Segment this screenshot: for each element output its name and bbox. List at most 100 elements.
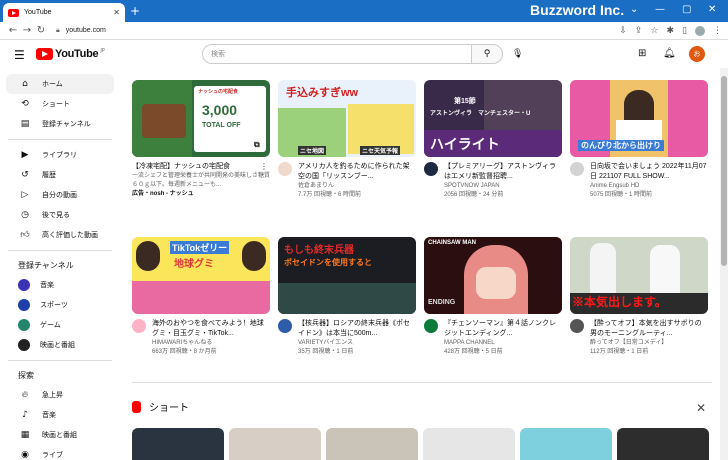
short-thumbnail[interactable]: [423, 428, 515, 460]
sidebar-item-music[interactable]: ♪ 音楽: [6, 405, 114, 425]
sidebar-item-watch-later[interactable]: ◷ 後で見る: [6, 205, 114, 225]
chevron-down-icon[interactable]: ⌄: [630, 4, 638, 15]
sidebar-item-shorts[interactable]: ⟲ ショート: [6, 94, 114, 114]
bookmark-star-icon[interactable]: ☆: [650, 26, 658, 36]
scrollbar-thumb[interactable]: [721, 76, 727, 266]
install-icon[interactable]: ⇩: [619, 26, 627, 36]
music-icon: ♪: [22, 410, 28, 420]
video-card[interactable]: のんびり北から出けり 日向坂で会いましょう 2022年11月07日 221107…: [570, 80, 708, 200]
back-icon[interactable]: ←: [6, 25, 20, 36]
sidebar-item-subscriptions[interactable]: ▤ 登録チャンネル: [6, 114, 114, 134]
video-thumbnail[interactable]: のんびり北から出けり: [570, 80, 708, 157]
sidebar-item-label: スポーツ: [40, 301, 68, 309]
video-thumbnail[interactable]: アストンヴィラ マンチェスター・U 第15節 ハイライト: [424, 80, 562, 157]
channel-name[interactable]: VARIETYバイエンス: [298, 339, 416, 348]
channel-name[interactable]: 佐倉あまりん: [298, 182, 416, 191]
sidebar-item-liked[interactable]: 👍︎ 高く評価した動画: [6, 225, 114, 245]
channel-avatar[interactable]: [570, 162, 584, 176]
close-tab-icon[interactable]: ✕: [113, 8, 120, 17]
video-thumbnail[interactable]: TikTokゼリー 地球グミ: [132, 237, 270, 314]
short-thumbnail[interactable]: [132, 428, 224, 460]
short-thumbnail[interactable]: [520, 428, 612, 460]
video-thumbnail[interactable]: もしも終末兵器 ポセイドンを使用すると: [278, 237, 416, 314]
video-thumbnail[interactable]: CHAINSAW MAN ENDING: [424, 237, 562, 314]
video-card[interactable]: CHAINSAW MAN ENDING 『チェンソーマン』第４話ノンクレジットエ…: [424, 237, 562, 357]
channel-name[interactable]: HIMAWARIちゃんねる: [152, 339, 270, 348]
sidebar-item-label: 履歴: [42, 171, 56, 179]
video-title[interactable]: 【冷凍宅配】ナッシュの宅配食: [132, 162, 270, 172]
thumb-subtitle: TOTAL OFF: [202, 122, 241, 129]
video-card[interactable]: ナッシュの宅配食 3,000 TOTAL OFF ⧉ 【冷凍宅配】ナッシュの宅配…: [132, 80, 270, 199]
maximize-icon[interactable]: ▢: [682, 4, 691, 15]
video-thumbnail[interactable]: ※本気出します。: [570, 237, 708, 314]
channel-avatar[interactable]: [278, 319, 292, 333]
sidebar-item-live[interactable]: ◉ ライブ: [6, 445, 114, 460]
sidebar-item-home[interactable]: ⌂ ホーム: [6, 74, 114, 94]
channel-name[interactable]: MAPPA CHANNEL: [444, 339, 562, 348]
sidebar-item-label: ショート: [42, 100, 70, 108]
close-shelf-icon[interactable]: ✕: [696, 401, 706, 415]
youtube-logo[interactable]: YouTube JP: [36, 48, 105, 60]
video-card[interactable]: 手込みすぎww ニセ地図 ニセ天気予報 アメリカ人を釣るために作られた架空の国「…: [278, 80, 416, 200]
mic-icon[interactable]: 🎙︎: [512, 49, 523, 59]
video-title[interactable]: 海外のおやつを食べてみよう！地球グミ・目玉グミ・TikTok...: [152, 319, 270, 339]
more-options-icon[interactable]: ⋮: [260, 162, 268, 171]
channel-name[interactable]: 酔ってオフ【日常コメディ】: [590, 339, 708, 348]
channel-avatar[interactable]: [424, 319, 438, 333]
sidebar-channel-movies[interactable]: 映画と番組: [6, 335, 114, 355]
address-bar[interactable]: 🔒︎ youtube.com: [56, 27, 619, 35]
ad-channel[interactable]: 広告・nosh - ナッシュ: [132, 190, 270, 199]
short-thumbnail[interactable]: [326, 428, 418, 460]
channel-name[interactable]: Anime Engsub HD: [590, 182, 708, 191]
sidepanel-icon[interactable]: ▯: [682, 26, 687, 36]
sidebar-item-my-videos[interactable]: ▷ 自分の動画: [6, 185, 114, 205]
search-button[interactable]: ⚲: [471, 44, 503, 64]
sidebar-item-library[interactable]: ▶ ライブラリ: [6, 145, 114, 165]
video-title[interactable]: 『チェンソーマン』第４話ノンクレジットエンディング...: [444, 319, 562, 339]
close-window-icon[interactable]: ✕: [708, 4, 716, 15]
browser-menu-icon[interactable]: ⋮: [713, 26, 722, 36]
channel-avatar[interactable]: [132, 319, 146, 333]
video-title[interactable]: アメリカ人を釣るために作られた架空の国「リッスンブー...: [298, 162, 416, 182]
browser-profile-avatar[interactable]: [695, 25, 705, 36]
notifications-bell-icon[interactable]: 🔔︎: [663, 48, 676, 59]
reload-icon[interactable]: ↻: [34, 25, 48, 36]
video-title[interactable]: 【核兵器】ロシアの終末兵器《ポセイドン》は本当に500m...: [298, 319, 416, 339]
video-title[interactable]: 日向坂で会いましょう 2022年11月07日 221107 FULL SHOW.…: [590, 162, 708, 182]
video-card[interactable]: ※本気出します。 【酔ってオフ】本気を出すサボりの男のモーニングルーティ... …: [570, 237, 708, 357]
thumb-caption: アストンヴィラ マンチェスター・U: [430, 111, 531, 117]
video-card[interactable]: もしも終末兵器 ポセイドンを使用すると 【核兵器】ロシアの終末兵器《ポセイドン》…: [278, 237, 416, 357]
browser-tab[interactable]: YouTube ✕: [3, 3, 125, 22]
sidebar-channel-gaming[interactable]: ゲーム: [6, 315, 114, 335]
video-title[interactable]: 【酔ってオフ】本気を出すサボりの男のモーニングルーティ...: [590, 319, 708, 339]
search-input[interactable]: 検索: [202, 44, 472, 64]
channel-avatar[interactable]: [278, 162, 292, 176]
create-video-icon[interactable]: ⊞: [638, 48, 646, 59]
sidebar-item-history[interactable]: ↺ 履歴: [6, 165, 114, 185]
channel-avatar[interactable]: [570, 319, 584, 333]
forward-icon[interactable]: →: [20, 25, 34, 36]
share-icon[interactable]: ⇪: [635, 26, 643, 36]
video-thumbnail[interactable]: ナッシュの宅配食 3,000 TOTAL OFF ⧉: [132, 80, 270, 157]
minimize-icon[interactable]: —: [655, 4, 665, 15]
video-title[interactable]: 【プレミアリーグ】アストンヴィラはエメリ新監督招聘...: [444, 162, 562, 182]
sidebar-item-trending[interactable]: 🔥︎ 急上昇: [6, 385, 114, 405]
channel-name[interactable]: SPOTVNOW JAPAN: [444, 182, 562, 191]
sidebar-channel-music[interactable]: 音楽: [6, 275, 114, 295]
new-tab-icon[interactable]: +: [130, 4, 140, 18]
extensions-icon[interactable]: ✱: [667, 26, 675, 36]
explore-heading: 探索: [18, 371, 34, 380]
short-thumbnail[interactable]: [617, 428, 709, 460]
hamburger-menu-icon[interactable]: ☰: [14, 48, 25, 62]
sidebar-channel-sports[interactable]: スポーツ: [6, 295, 114, 315]
video-card[interactable]: アストンヴィラ マンチェスター・U 第15節 ハイライト 【プレミアリーグ】アス…: [424, 80, 562, 200]
channel-avatar[interactable]: [424, 162, 438, 176]
video-thumbnail[interactable]: 手込みすぎww ニセ地図 ニセ天気予報: [278, 80, 416, 157]
account-avatar[interactable]: お: [689, 46, 705, 62]
home-icon: ⌂: [22, 79, 28, 89]
watch-later-icon: ◷: [21, 210, 29, 220]
page-scrollbar[interactable]: [720, 68, 728, 460]
sidebar-item-movies[interactable]: ▦ 映画と番組: [6, 425, 114, 445]
short-thumbnail[interactable]: [229, 428, 321, 460]
video-card[interactable]: TikTokゼリー 地球グミ 海外のおやつを食べてみよう！地球グミ・目玉グミ・T…: [132, 237, 270, 357]
